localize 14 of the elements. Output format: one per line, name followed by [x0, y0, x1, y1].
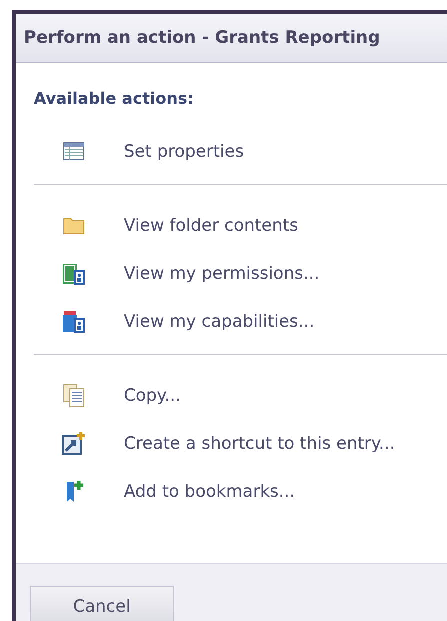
action-link[interactable]: View my capabilities...: [124, 312, 315, 332]
action-link[interactable]: Add to bookmarks...: [124, 482, 296, 502]
cancel-button[interactable]: Cancel: [30, 586, 174, 621]
action-link[interactable]: View my permissions...: [124, 264, 320, 284]
capabilities-icon: [62, 310, 86, 334]
window-title: Perform an action - Grants Reporting: [24, 28, 380, 48]
action-link[interactable]: Copy...: [124, 386, 181, 406]
permissions-icon: [62, 262, 86, 286]
action-link[interactable]: View folder contents: [124, 216, 298, 236]
shortcut-icon: [62, 432, 86, 456]
section-heading: Available actions:: [34, 89, 195, 108]
copy-icon: [62, 384, 86, 408]
action-link[interactable]: Create a shortcut to this entry...: [124, 434, 396, 454]
action-link[interactable]: Set properties: [124, 142, 244, 162]
